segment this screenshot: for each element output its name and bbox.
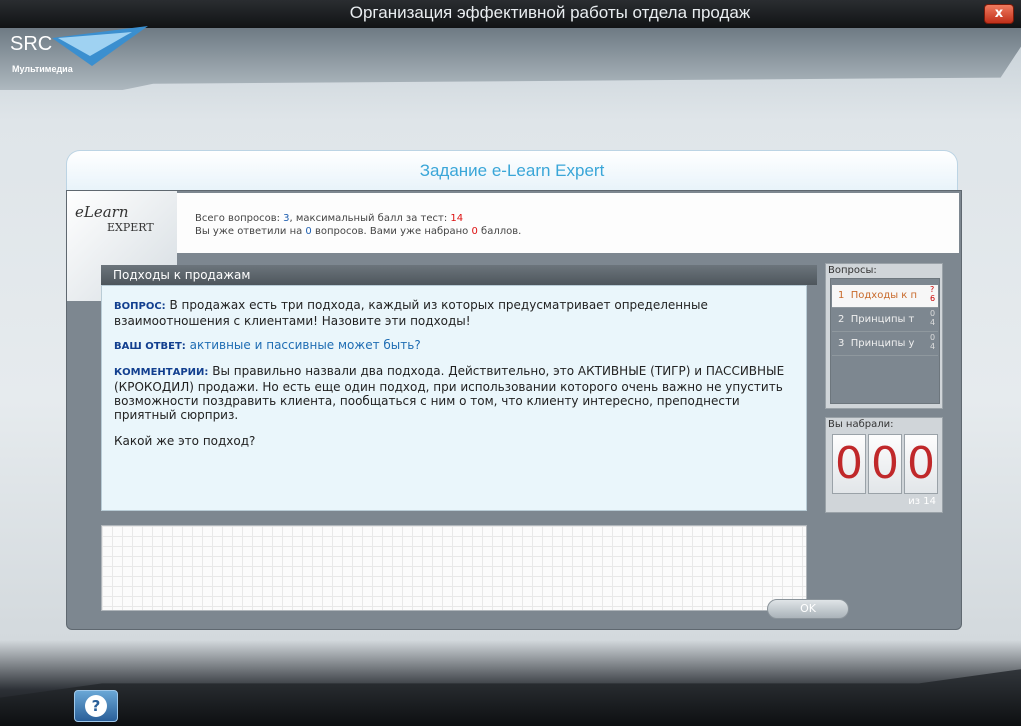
question-text: ВОПРОС: В продажах есть три подхода, каж… — [114, 298, 794, 328]
info-text: , максимальный балл за тест: — [289, 213, 451, 224]
score-digit: 0 — [832, 434, 866, 494]
elogo-top: eLearn — [75, 203, 129, 221]
question-item-label: Подходы к п — [850, 290, 918, 301]
panel-header: Задание e-Learn Expert — [66, 150, 958, 191]
comment-label: КОММЕНТАРИИ: — [114, 367, 209, 378]
info-line-1: Всего вопросов: 3, максимальный балл за … — [195, 213, 463, 224]
score-digit: 0 — [904, 434, 938, 494]
answer-label: ВАШ ОТВЕТ: — [114, 341, 186, 352]
score-top: 0 — [930, 333, 936, 342]
questions-label: Вопросы: — [828, 265, 877, 276]
question-item-3[interactable]: 3 Принципы у 04 — [832, 333, 938, 356]
question-item-1[interactable]: 1 Подходы к п ? 6 — [832, 285, 938, 308]
followup-text: Какой же это подход? — [114, 434, 256, 448]
score-digit: 0 — [868, 434, 902, 494]
question-label: ВОПРОС: — [114, 301, 166, 312]
task-panel: eLearn EXPERT Всего вопросов: 3, максима… — [66, 190, 962, 630]
question-item-2[interactable]: 2 Принципы т 04 — [832, 309, 938, 332]
logo-mark-icon — [52, 26, 148, 66]
questions-items: 1 Подходы к п ? 6 2 Принципы т 04 3 Принц… — [830, 278, 940, 404]
info-text: Всего вопросов: — [195, 213, 284, 224]
answer-input-area[interactable] — [101, 525, 807, 611]
panel-title: Задание e-Learn Expert — [419, 161, 605, 180]
question-header: Подходы к продажам — [101, 265, 817, 285]
answer-content: активные и пассивные может быть? — [189, 338, 421, 352]
question-item-score: 04 — [930, 309, 936, 327]
question-body: ВОПРОС: В продажах есть три подхода, каж… — [101, 285, 807, 511]
score-bottom: 4 — [930, 318, 936, 327]
close-button[interactable]: x — [984, 4, 1014, 24]
score-label: Вы набрали: — [828, 419, 894, 430]
question-content: В продажах есть три подхода, каждый из к… — [114, 298, 708, 328]
test-info: Всего вопросов: 3, максимальный балл за … — [177, 193, 959, 253]
question-item-num: 2 — [838, 314, 845, 325]
comment-text: КОММЕНТАРИИ: Вы правильно назвали два по… — [114, 364, 794, 422]
footer-decoration — [0, 669, 1021, 726]
question-item-num: 3 — [838, 338, 845, 349]
ok-button[interactable]: OK — [767, 599, 849, 619]
score-top: 0 — [930, 309, 936, 318]
comment-content: Вы правильно назвали два подхода. Действ… — [114, 364, 785, 422]
score-bottom: 4 — [930, 342, 936, 351]
answer-text: ВАШ ОТВЕТ: активные и пассивные может бы… — [114, 338, 794, 354]
question-item-label: Принципы т — [850, 314, 915, 325]
question-item-label: Принципы у — [850, 338, 915, 349]
score-panel: Вы набрали: 0 0 0 из 14 — [825, 417, 943, 513]
header-decoration — [0, 28, 1021, 90]
info-text: вопросов. Вами уже набрано — [311, 226, 472, 237]
info-text: Вы уже ответили на — [195, 226, 306, 237]
app-logo: SRC Мультимедиа — [0, 20, 150, 82]
window-title: Организация эффективной работы отдела пр… — [349, 3, 751, 22]
info-text: баллов. — [477, 226, 522, 237]
elogo-bottom: EXPERT — [107, 221, 154, 234]
question-item-num: 1 — [838, 290, 845, 301]
help-button[interactable]: ? — [74, 690, 118, 722]
score-top: ? — [930, 285, 935, 294]
score-max: из 14 — [908, 496, 936, 507]
question-item-score: 04 — [930, 333, 936, 351]
questions-list: Вопросы: 1 Подходы к п ? 6 2 Принципы т 0… — [825, 263, 943, 409]
max-score: 14 — [450, 213, 464, 224]
info-line-2: Вы уже ответили на 0 вопросов. Вами уже … — [195, 226, 521, 237]
logo-subtitle: Мультимедиа — [12, 64, 73, 74]
score-bottom: 6 — [930, 294, 936, 303]
question-item-score: ? 6 — [930, 285, 936, 303]
help-icon: ? — [85, 695, 107, 717]
logo-brand: SRC — [10, 33, 53, 55]
